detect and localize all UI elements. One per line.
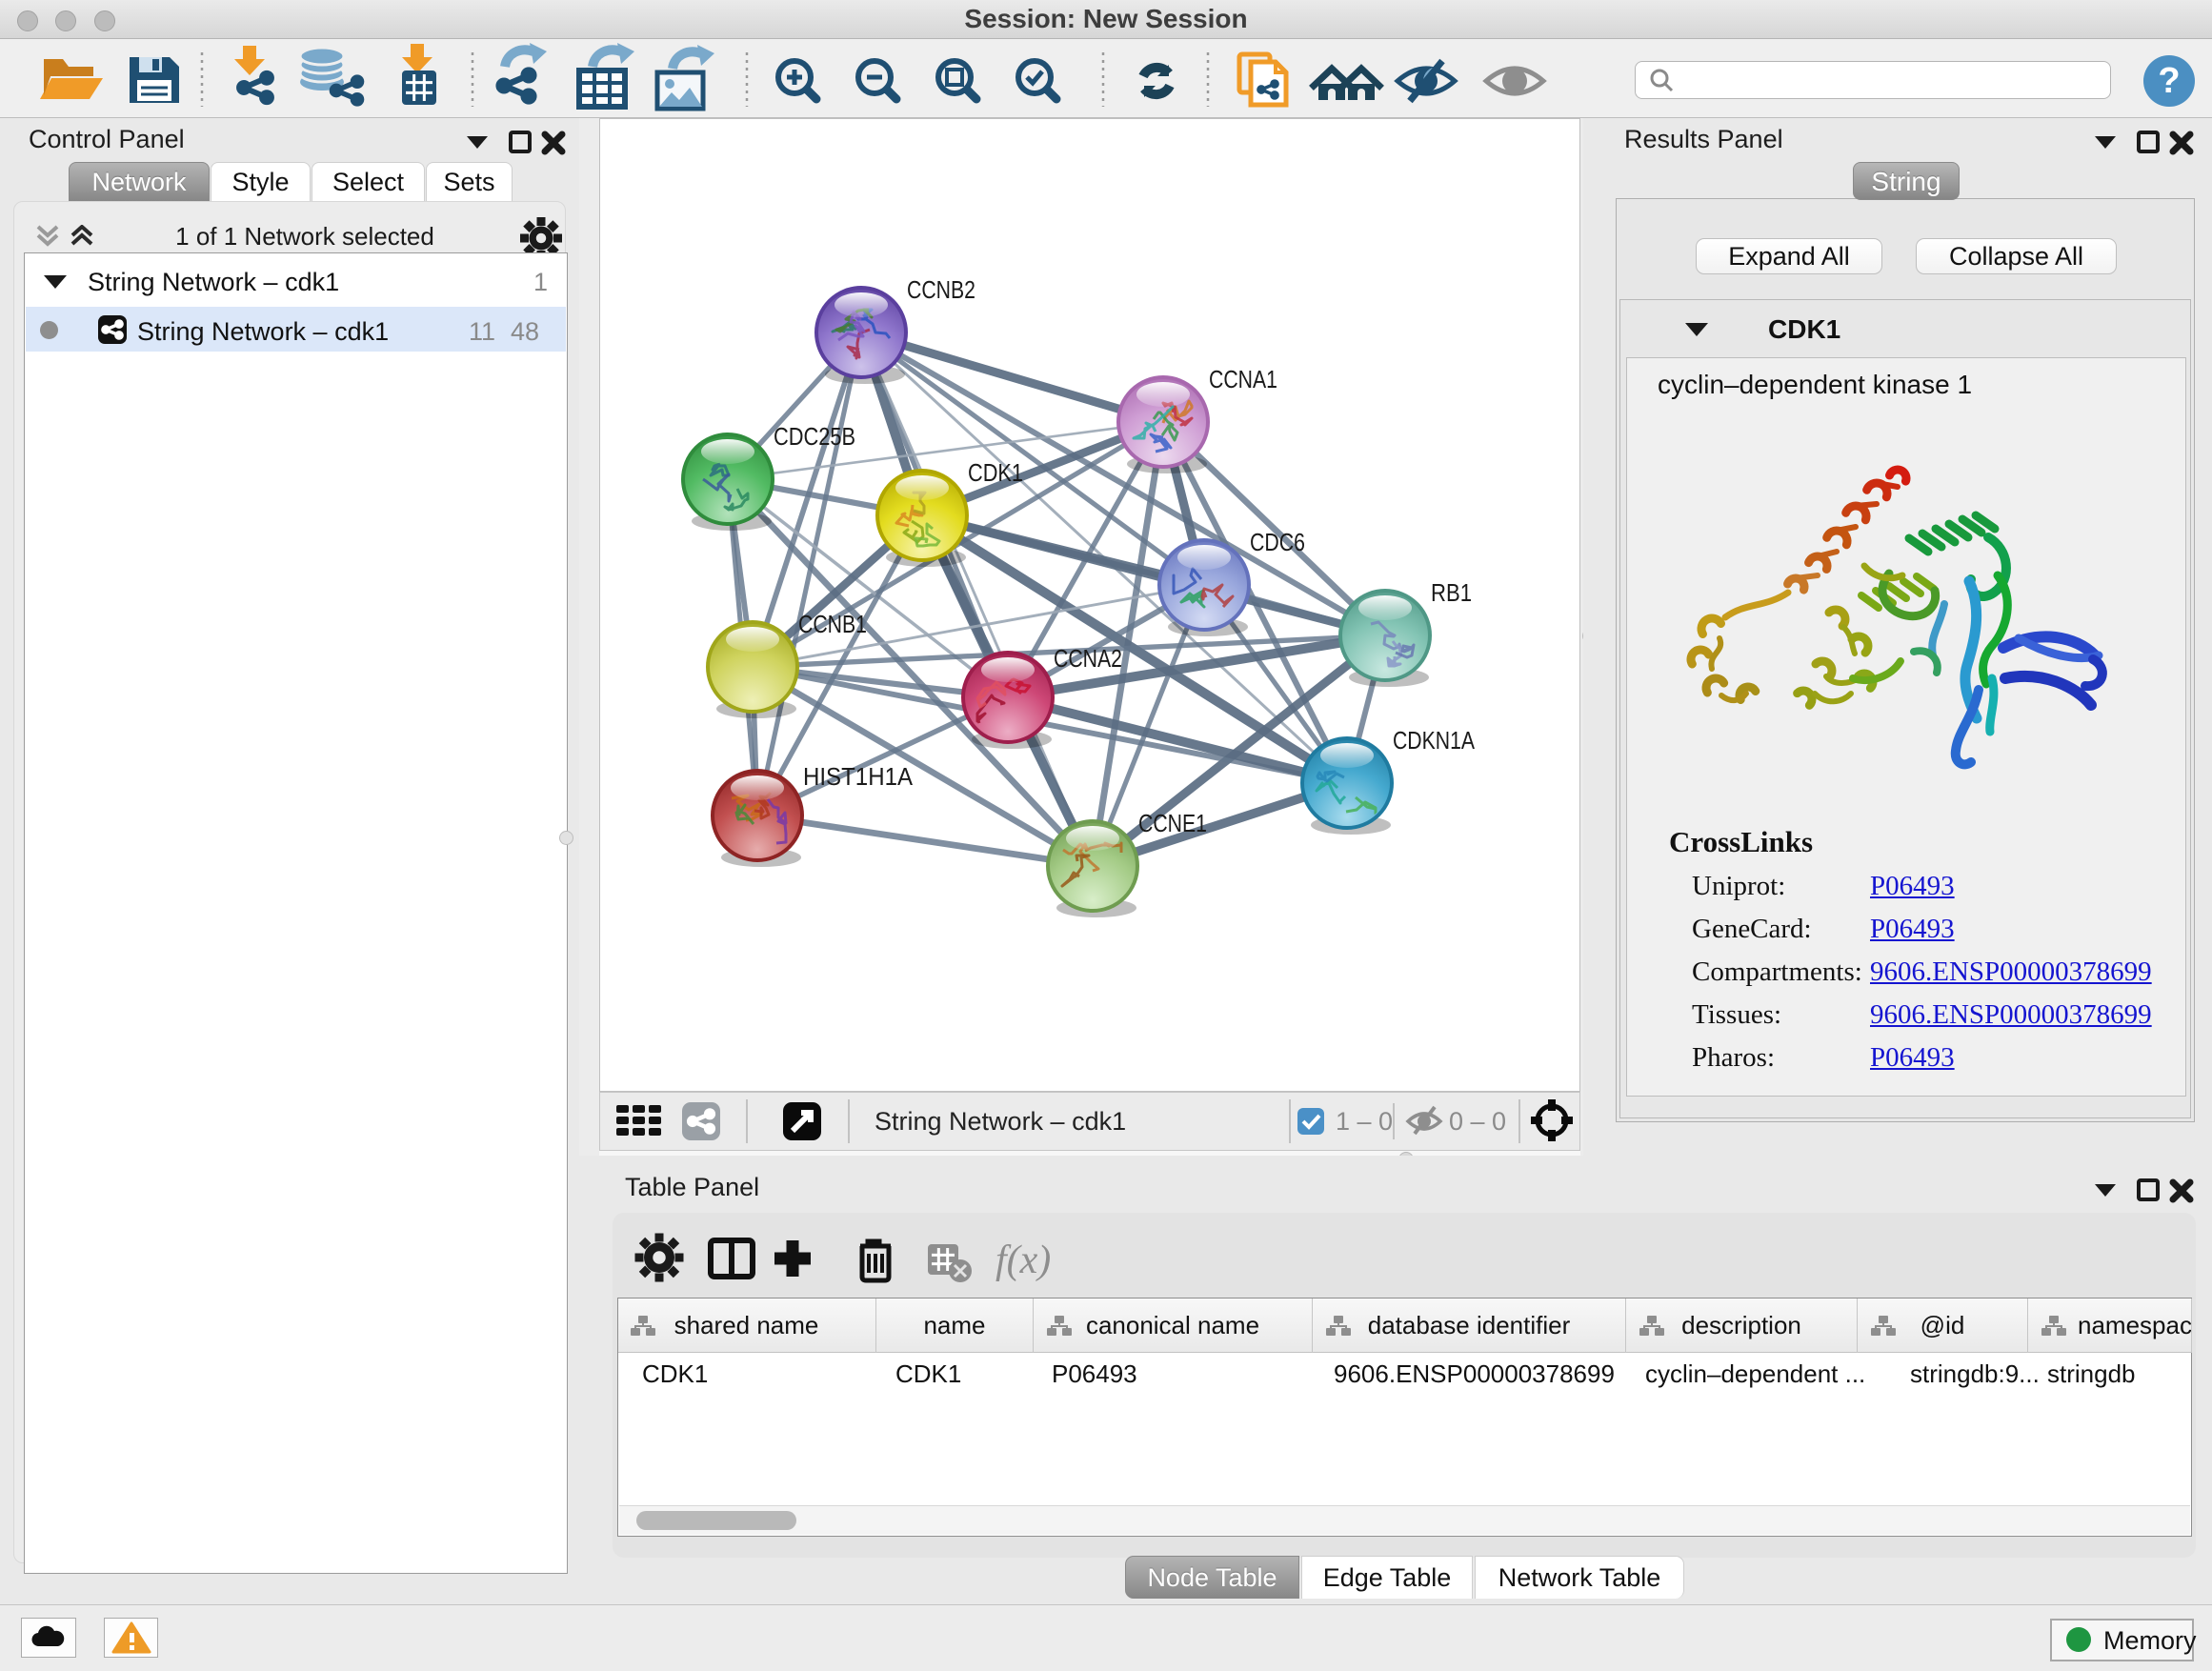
svg-text:0 – 0: 0 – 0 (1449, 1107, 1506, 1136)
svg-text:CCNB2: CCNB2 (907, 275, 975, 304)
svg-text:CCNB1: CCNB1 (798, 610, 867, 638)
svg-text:CDC25B: CDC25B (774, 422, 855, 451)
svg-text:CCNA2: CCNA2 (1054, 644, 1122, 673)
svg-text:RB1: RB1 (1431, 578, 1472, 607)
svg-text:CCNA1: CCNA1 (1209, 365, 1277, 393)
svg-text:HIST1H1A: HIST1H1A (803, 762, 914, 791)
svg-text:CDK1: CDK1 (968, 458, 1023, 487)
svg-text:f(x): f(x) (995, 1238, 1051, 1282)
svg-text:CDKN1A: CDKN1A (1393, 726, 1476, 755)
svg-text:1 – 0: 1 – 0 (1336, 1107, 1393, 1136)
svg-text:CDC6: CDC6 (1250, 528, 1305, 556)
svg-text:String Network – cdk1: String Network – cdk1 (875, 1107, 1126, 1136)
svg-text:CCNE1: CCNE1 (1138, 809, 1207, 837)
